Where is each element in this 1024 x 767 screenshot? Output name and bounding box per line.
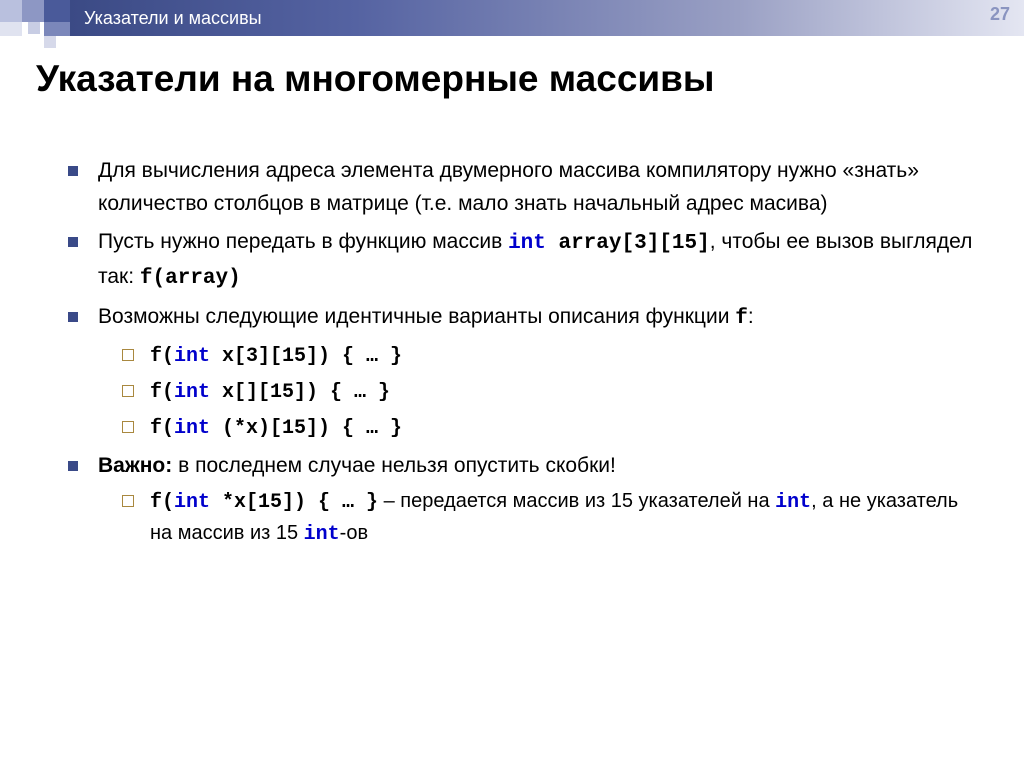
b3s3-kw: int [174, 417, 210, 440]
b4s1-t1: – передается массив из 15 указателей на [378, 490, 775, 512]
bullet-3: Возможны следующие идентичные варианты о… [68, 301, 984, 444]
b3s2-a: f( [150, 381, 174, 404]
b3s1-a: f( [150, 345, 174, 368]
bullet-3-code1: f [735, 307, 748, 330]
slide: Указатели и массивы 27 Указатели на мног… [0, 0, 1024, 767]
bullet-2-text-a: Пусть нужно передать в функцию массив [98, 230, 508, 253]
slide-content: Для вычисления адреса элемента двумерног… [68, 155, 984, 556]
b3s2-b: x[][15]) { … } [210, 381, 390, 404]
b3s3-a: f( [150, 417, 174, 440]
page-number: 27 [990, 4, 1010, 25]
bullet-2: Пусть нужно передать в функцию массив in… [68, 226, 984, 295]
b3s3-b: (*x)[15]) { … } [210, 417, 402, 440]
bullet-3-sub-3: f(int (*x)[15]) { … } [122, 412, 984, 444]
bullet-4-bold: Важно: [98, 454, 172, 477]
bullet-2-code2: f(array) [140, 267, 241, 290]
bullet-3-text-a: Возможны следующие идентичные варианты о… [98, 305, 735, 328]
bullet-1: Для вычисления адреса элемента двумерног… [68, 155, 984, 220]
b3s2-kw: int [174, 381, 210, 404]
bullet-4: Важно: в последнем случае нельзя опустит… [68, 450, 984, 551]
b4s1-kw2: int [775, 491, 811, 514]
b4s1-kw: int [174, 491, 210, 514]
b4s1-t3: -ов [340, 522, 368, 544]
b4s1-a: f( [150, 491, 174, 514]
bullet-3-sub-1: f(int x[3][15]) { … } [122, 340, 984, 372]
corner-decoration [0, 0, 70, 50]
b4s1-b: *x[15]) { … } [210, 491, 378, 514]
bullet-4-sub-1: f(int *x[15]) { … } – передается массив … [122, 486, 984, 550]
slide-title: Указатели на многомерные массивы [36, 58, 714, 100]
bullet-4-text-a: в последнем случае нельзя опустить скобк… [172, 454, 616, 477]
bullet-3-text-b: : [748, 305, 754, 328]
bullet-3-sub-2: f(int x[][15]) { … } [122, 376, 984, 408]
header-topic: Указатели и массивы [84, 8, 262, 29]
b4s1-kw3: int [304, 523, 340, 546]
b3s1-kw: int [174, 345, 210, 368]
bullet-1-text: Для вычисления адреса элемента двумерног… [98, 159, 919, 215]
b3s1-b: x[3][15]) { … } [210, 345, 402, 368]
header-bar: Указатели и массивы [70, 0, 1024, 36]
bullet-2-code1: array[3][15] [546, 232, 710, 255]
bullet-2-kw1: int [508, 232, 546, 255]
